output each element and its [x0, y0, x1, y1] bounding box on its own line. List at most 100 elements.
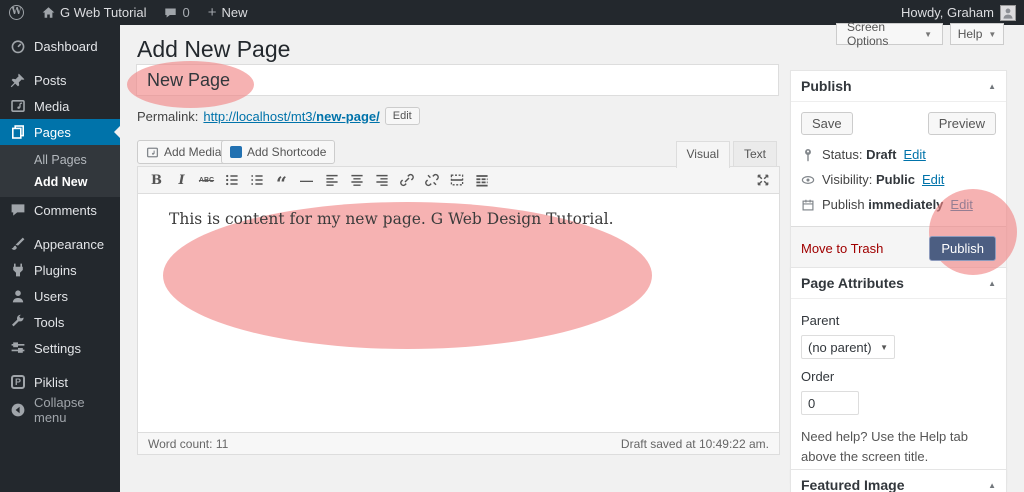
align-center-button[interactable]: [344, 169, 369, 191]
sidebar-item-plugins[interactable]: Plugins: [0, 257, 120, 283]
calendar-icon: [801, 198, 815, 212]
dropdown-arrow-icon: ▼: [924, 29, 932, 39]
add-media-label: Add Media: [164, 145, 222, 159]
tab-text[interactable]: Text: [732, 141, 777, 167]
remove-link-button[interactable]: [419, 169, 444, 191]
italic-button[interactable]: I: [169, 169, 194, 191]
title-field-container: [136, 64, 779, 96]
blockquote-button[interactable]: “: [269, 169, 294, 194]
sidebar-item-appearance[interactable]: Appearance: [0, 231, 120, 257]
page-attributes-panel: Page Attributes ▲ Parent (no parent) ▼ O…: [790, 267, 1007, 483]
panel-toggle-icon[interactable]: ▲: [988, 82, 996, 91]
bold-button[interactable]: B: [144, 169, 169, 191]
edit-status-link[interactable]: Edit: [903, 147, 925, 162]
editor-content-area[interactable]: This is content for my new page. G Web D…: [138, 194, 779, 432]
add-media-button[interactable]: Add Media: [137, 140, 231, 164]
visibility-row: Visibility: Public Edit: [801, 172, 996, 187]
home-icon: [42, 6, 55, 19]
page-title-input[interactable]: [137, 65, 778, 95]
save-draft-button[interactable]: Save: [801, 112, 853, 135]
move-to-trash-link[interactable]: Move to Trash: [801, 241, 883, 256]
comments-icon: [10, 202, 26, 218]
page-attributes-body: Parent (no parent) ▼ Order Need help? Us…: [791, 299, 1006, 481]
parent-selected-value: (no parent): [808, 339, 872, 355]
numbered-list-button[interactable]: [244, 169, 269, 191]
order-input[interactable]: [801, 391, 859, 415]
read-more-tag-button[interactable]: [444, 169, 469, 191]
permalink-slug[interactable]: new-page/: [316, 109, 380, 124]
toolbar-toggle-button[interactable]: [469, 169, 494, 191]
pushpin-icon: [10, 72, 26, 88]
preview-button[interactable]: Preview: [927, 112, 996, 135]
publish-button[interactable]: Publish: [929, 236, 996, 261]
strikethrough-button[interactable]: ABC: [194, 169, 219, 191]
visibility-label: Visibility:: [822, 172, 873, 187]
align-right-button[interactable]: [369, 169, 394, 191]
new-content-menu[interactable]: + New: [199, 0, 257, 25]
media-icon: [146, 146, 159, 159]
eye-icon: [801, 173, 815, 187]
editor-status-bar: Word count: 11 Draft saved at 10:49:22 a…: [138, 432, 779, 454]
sidebar-item-tools[interactable]: Tools: [0, 309, 120, 335]
screen-options-button[interactable]: Screen Options ▼: [836, 20, 943, 48]
sidebar-label: Users: [34, 288, 68, 304]
word-count-value: 11: [215, 436, 229, 451]
edit-schedule-link[interactable]: Edit: [950, 197, 972, 212]
permalink-base-url[interactable]: http://localhost/mt3/: [203, 109, 316, 124]
site-link[interactable]: G Web Tutorial: [33, 0, 155, 25]
sidebar-item-settings[interactable]: Settings: [0, 335, 120, 361]
admin-bar-left: W G Web Tutorial 0 + New: [0, 0, 256, 25]
featured-image-header[interactable]: Featured Image ▲: [791, 470, 1006, 492]
edit-visibility-link[interactable]: Edit: [922, 172, 944, 187]
publish-panel-body: Save Preview Status: Draft Edit Visibili…: [791, 102, 1006, 226]
publish-panel-header[interactable]: Publish ▲: [791, 71, 1006, 102]
panel-toggle-icon[interactable]: ▲: [988, 279, 996, 288]
horizontal-rule-button[interactable]: —: [294, 169, 319, 191]
howdy-account-link[interactable]: Howdy, Graham: [901, 5, 994, 20]
site-name: G Web Tutorial: [60, 5, 147, 20]
comment-bubble-icon: [164, 7, 177, 19]
help-button[interactable]: Help ▼: [950, 23, 1004, 45]
collapse-menu-button[interactable]: Collapse menu: [0, 395, 120, 425]
parent-select[interactable]: (no parent) ▼: [801, 335, 895, 359]
align-left-button[interactable]: [319, 169, 344, 191]
sidebar-label: Appearance: [34, 236, 105, 252]
pages-icon: [10, 124, 26, 140]
schedule-row: Publish immediately Edit: [801, 197, 996, 212]
sidebar-item-comments[interactable]: Comments: [0, 197, 120, 223]
wordpress-menu[interactable]: W: [0, 0, 33, 25]
sidebar-label: Media: [34, 98, 70, 114]
permalink-edit-button[interactable]: Edit: [384, 107, 420, 125]
sidebar-item-users[interactable]: Users: [0, 283, 120, 309]
status-row: Status: Draft Edit: [801, 147, 996, 162]
add-shortcode-button[interactable]: Add Shortcode: [221, 140, 336, 164]
screen-options-label: Screen Options: [847, 20, 889, 48]
distraction-free-button[interactable]: [750, 169, 775, 191]
tab-visual[interactable]: Visual: [675, 141, 730, 168]
sidebar-label: Comments: [34, 202, 97, 218]
status-pin-icon: [801, 148, 815, 162]
permalink-text: http://localhost/mt3/new-page/: [203, 109, 379, 124]
submenu-item-add-new[interactable]: Add New: [0, 171, 120, 193]
editor-tools: Add Media Add Shortcode Visual Text: [137, 140, 780, 168]
editor-content-text: This is content for my new page. G Web D…: [169, 210, 614, 228]
comments-shortcut[interactable]: 0: [155, 0, 198, 25]
sidebar-item-pages[interactable]: Pages: [0, 119, 120, 145]
submenu-item-all-pages[interactable]: All Pages: [0, 149, 120, 171]
sidebar-item-media[interactable]: Media: [0, 93, 120, 119]
plus-icon: +: [207, 4, 217, 21]
plug-icon: [10, 262, 26, 278]
sidebar-item-piklist[interactable]: P Piklist: [0, 369, 120, 395]
panel-toggle-icon[interactable]: ▲: [988, 481, 996, 490]
page-attributes-header[interactable]: Page Attributes ▲: [791, 268, 1006, 299]
status-text: Status: Draft: [822, 147, 896, 162]
user-avatar[interactable]: [1000, 4, 1016, 21]
insert-link-button[interactable]: [394, 169, 419, 191]
status-label: Status:: [822, 147, 863, 162]
bullet-list-button[interactable]: [219, 169, 244, 191]
sidebar-item-dashboard[interactable]: Dashboard: [0, 33, 120, 59]
sidebar-item-posts[interactable]: Posts: [0, 67, 120, 93]
word-count-label: Word count:: [148, 436, 213, 451]
sidebar-label: Collapse menu: [34, 395, 85, 425]
